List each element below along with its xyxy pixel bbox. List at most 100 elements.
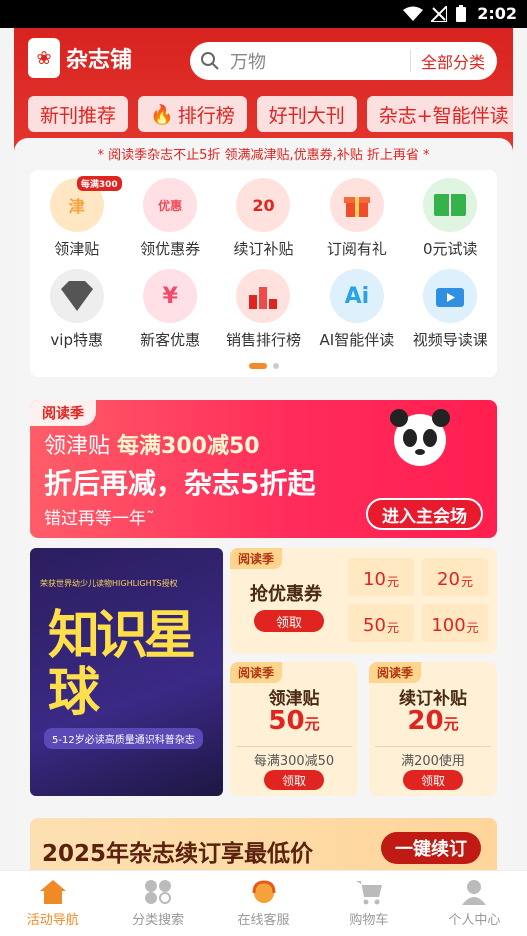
grid-label: 续订补贴 — [233, 240, 294, 258]
grid-badge: 每满300 — [76, 176, 122, 191]
grid-label: 领津贴 — [54, 240, 100, 258]
coupon-icon: 优惠 — [143, 178, 198, 232]
divider — [236, 746, 352, 747]
logo-icon: ❀ — [28, 38, 60, 78]
banner-line1-highlight: 每满300减50 — [117, 434, 260, 459]
renewal-banner-text: 2025年杂志续订享最低价 — [42, 841, 314, 867]
nav-profile[interactable]: 个人中心 — [422, 871, 527, 936]
vip-icon — [49, 269, 104, 323]
user-icon — [462, 880, 487, 905]
all-categories-button[interactable]: 全部分类 — [411, 49, 497, 73]
grid-label: 视频导读课 — [412, 331, 488, 349]
banner-line1-prefix: 领津贴 — [44, 434, 111, 459]
logo-text: 杂志铺 — [66, 48, 133, 73]
grid-label: 订阅有礼 — [326, 240, 387, 258]
grid-label: 新客优惠 — [140, 331, 201, 349]
tab-new-issues[interactable]: 新刊推荐 — [28, 96, 129, 132]
grid-item-sales-ranking[interactable]: 销售排行榜 — [217, 269, 310, 350]
coupon-title: 抢优惠券 — [250, 584, 322, 605]
divider — [375, 746, 491, 747]
wifi-icon — [403, 6, 423, 21]
one-click-renew-button[interactable]: 一键续订 — [381, 832, 481, 864]
search-input[interactable]: 万物 — [230, 48, 410, 74]
nav-label: 在线客服 — [237, 913, 290, 928]
nav-customer-service[interactable]: 在线客服 — [211, 871, 316, 936]
subsidy-icon: 津 每满300 — [49, 176, 122, 232]
nav-label: 购物车 — [349, 913, 389, 928]
coupon-value[interactable]: 10 元 — [348, 558, 414, 596]
tab-good-magazines[interactable]: 好刊大刊 — [256, 96, 357, 132]
flame-icon: 🔥 — [150, 103, 174, 126]
subsidy-note: 每满300减50 — [253, 754, 335, 769]
subsidy-tag: 阅读季 — [230, 662, 283, 683]
grid-item-subsidy[interactable]: 津 每满300 领津贴 — [30, 176, 123, 259]
podium-icon — [236, 269, 291, 323]
grid-item-coupon[interactable]: 优惠 领优惠券 — [123, 178, 216, 259]
grid-item-video-course[interactable]: 视频导读课 — [404, 269, 497, 350]
renewal-subsidy-card: 阅读季 续订补贴 20元 满200使用 领取 — [369, 662, 497, 796]
grid-item-new-customer[interactable]: ¥ 新客优惠 — [123, 269, 216, 350]
main-content: * 阅读季杂志不止5折 领满减津贴,优惠券,补贴 折上再省 * 津 每满300 … — [14, 138, 513, 878]
top-tabs: 新刊推荐 🔥 排行榜 好刊大刊 杂志+智能伴读 — [28, 96, 513, 132]
tab-ranking[interactable]: 🔥 排行榜 — [138, 96, 247, 132]
grid-label: AI智能伴读 — [319, 331, 395, 349]
nav-cart[interactable]: 购物车 — [316, 871, 421, 936]
grid-item-renewal-subsidy[interactable]: 20 续订补贴 — [217, 178, 310, 259]
battery-icon — [456, 5, 466, 22]
subsidy-amount: 50元 — [268, 706, 320, 736]
coupon-card: 阅读季 抢优惠券 领取 10 元 20 元 50 元 100 元 — [230, 548, 497, 654]
banner-line1: 领津贴 每满300减50 — [44, 428, 260, 460]
renewal-tag: 阅读季 — [369, 662, 422, 683]
app-logo[interactable]: ❀ 杂志铺 — [28, 38, 132, 78]
ai-icon: Ai — [329, 269, 384, 323]
tab-ranking-label: 排行榜 — [177, 104, 235, 127]
tv-icon — [423, 269, 478, 323]
claim-subsidy-button[interactable]: 领取 — [264, 770, 324, 790]
poster-title: 知识星球 — [48, 606, 196, 724]
poster-top-text: 荣获世界幼少儿读物HIGHLIGHTS授权 — [40, 579, 178, 588]
pager-dot-active — [248, 363, 267, 369]
status-bar: 2:02 — [0, 0, 527, 28]
status-time: 2:02 — [477, 4, 517, 23]
coupon-value[interactable]: 50 元 — [348, 604, 414, 642]
claim-renewal-button[interactable]: 领取 — [403, 770, 463, 790]
tab-ai-reading[interactable]: 杂志+智能伴读 — [366, 96, 513, 132]
calendar-icon: 20 — [236, 178, 291, 232]
reading-season-banner[interactable]: 阅读季 领津贴 每满300减50 折后再减，杂志5折起 错过再等一年˜ 进入主会… — [30, 400, 497, 538]
grid-label: 0元试读 — [423, 240, 478, 258]
grid-label: 领优惠券 — [140, 240, 201, 258]
nav-label: 个人中心 — [448, 913, 501, 928]
coupon-value[interactable]: 100 元 — [422, 604, 488, 642]
cart-icon — [355, 881, 382, 905]
nav-category-search[interactable]: 分类搜索 — [105, 871, 210, 936]
home-icon — [39, 880, 66, 904]
poster-subtitle: 5-12岁必读高质量通识科普杂志 — [44, 728, 203, 749]
grid-item-vip[interactable]: vip特惠 — [30, 269, 123, 350]
claim-coupon-button[interactable]: 领取 — [254, 610, 324, 632]
grid-item-subscribe-gift[interactable]: 订阅有礼 — [310, 178, 403, 259]
grid-label: 销售排行榜 — [225, 331, 301, 349]
knowledge-planet-poster[interactable]: 荣获世界幼少儿读物HIGHLIGHTS授权 知识星球 5-12岁必读高质量通识科… — [30, 548, 223, 796]
bottom-nav: 活动导航 分类搜索 在线客服 购物车 个人中心 — [0, 870, 527, 936]
category-icon — [145, 880, 172, 904]
nav-label: 分类搜索 — [132, 913, 185, 928]
gift-icon — [329, 178, 384, 232]
renewal-banner[interactable]: 2025年杂志续订享最低价 一键续订 — [30, 818, 497, 878]
money-bag-icon: ¥ — [143, 269, 198, 323]
banner-tag: 阅读季 — [30, 400, 96, 426]
status-icons — [403, 5, 467, 23]
banner-line2: 折后再减，杂志5折起 — [44, 467, 316, 500]
coupon-tag: 阅读季 — [230, 548, 283, 569]
feature-grid-card: 津 每满300 领津贴 优惠 领优惠券 20 续订补贴 订阅有礼 0元试读 vi… — [30, 170, 497, 377]
coupon-value[interactable]: 20 元 — [422, 558, 488, 596]
header: ❀ 杂志铺 万物 全部分类 新刊推荐 🔥 排行榜 好刊大刊 杂志+智能伴读 — [14, 28, 513, 153]
nav-label: 活动导航 — [26, 913, 79, 928]
book-icon — [423, 178, 478, 232]
grid-item-ai-reading[interactable]: Ai AI智能伴读 — [310, 269, 403, 350]
main-venue-button[interactable]: 进入主会场 — [366, 498, 483, 530]
search-bar[interactable]: 万物 全部分类 — [190, 42, 497, 80]
panda-illustration — [390, 409, 450, 466]
search-icon — [201, 52, 219, 70]
grid-item-free-trial[interactable]: 0元试读 — [404, 178, 497, 259]
nav-activity[interactable]: 活动导航 — [0, 871, 105, 936]
